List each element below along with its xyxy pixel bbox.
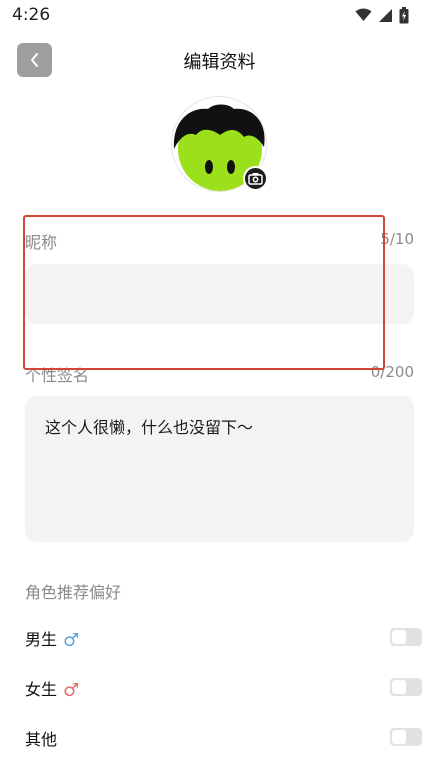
preference-row-male[interactable]: 男生 ♂ — [25, 622, 423, 652]
female-symbol-icon: ♂ — [63, 680, 80, 701]
toggle-other[interactable] — [390, 728, 422, 746]
preference-label-female: 女生 — [25, 680, 58, 699]
male-symbol-icon: ♂ — [63, 630, 80, 651]
preference-section-title: 角色推荐偏好 — [25, 583, 122, 602]
status-icons — [355, 6, 409, 24]
wifi-icon — [355, 8, 372, 21]
highlight-annotation — [23, 215, 385, 370]
status-bar: 4:26 — [0, 0, 439, 30]
header: 编辑资料 — [0, 40, 439, 80]
preference-label-male: 男生 — [25, 630, 58, 649]
camera-button[interactable] — [243, 166, 268, 191]
camera-icon — [248, 173, 263, 185]
signature-value: 这个人很懒，什么也没留下～ — [45, 418, 254, 437]
preference-row-female[interactable]: 女生 ♂ — [25, 672, 423, 702]
toggle-female[interactable] — [390, 678, 422, 696]
status-time: 4:26 — [12, 5, 51, 25]
signature-input[interactable]: 这个人很懒，什么也没留下～ — [25, 396, 414, 542]
signal-icon — [379, 8, 392, 22]
battery-icon — [399, 6, 409, 23]
toggle-male[interactable] — [390, 628, 422, 646]
avatar-container[interactable] — [171, 96, 268, 192]
preference-label-other: 其他 — [25, 730, 58, 749]
page-title: 编辑资料 — [183, 52, 256, 73]
preference-row-other[interactable]: 其他 — [25, 722, 423, 752]
nickname-char-count: 5/10 — [380, 230, 414, 248]
